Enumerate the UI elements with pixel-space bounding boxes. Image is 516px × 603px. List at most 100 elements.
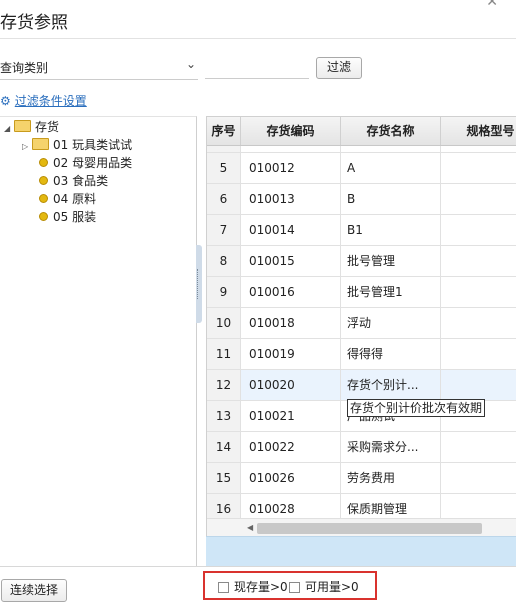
row-name: 劳务费用 [341, 463, 441, 493]
table-row[interactable]: 15 010026 劳务费用 [207, 463, 516, 494]
column-header-index[interactable]: 序号 [207, 117, 241, 145]
table-body: 4010009发发 5010012A 6010013B 7010014B1 80… [207, 146, 516, 518]
row-name: A [341, 153, 441, 183]
leaf-dot-icon [39, 194, 48, 203]
category-select-value: 查询类别 [0, 61, 49, 75]
row-spec [441, 494, 516, 518]
row-name: 发发 [341, 146, 441, 152]
row-code: 010013 [241, 184, 341, 214]
row-index: 14 [207, 432, 241, 462]
table-row[interactable]: 16 010028 保质期管理 [207, 494, 516, 518]
leaf-dot-icon [39, 212, 48, 221]
tree-root-node[interactable]: ◢ 存货 [4, 119, 59, 135]
row-name: B1 [341, 215, 441, 245]
tree-item-label: 05 服装 [53, 210, 97, 224]
row-index: 6 [207, 184, 241, 214]
column-header-code[interactable]: 存货编码 [241, 117, 341, 145]
row-code: 010026 [241, 463, 341, 493]
chevron-down-icon[interactable]: ⌄ [186, 57, 196, 71]
tree-expand-icon[interactable]: ▷ [22, 139, 32, 155]
row-name: 存货个别计... [341, 370, 441, 400]
table-row[interactable]: 7 010014 B1 [207, 215, 516, 246]
row-spec [441, 153, 516, 183]
row-name: 浮动 [341, 308, 441, 338]
tree-item-baby[interactable]: 02 母婴用品类 [39, 155, 132, 171]
table-row[interactable]: 11 010019 得得得 [207, 339, 516, 370]
row-spec [441, 246, 516, 276]
splitter-grip-icon [197, 269, 201, 299]
row-name: 批号管理1 [341, 277, 441, 307]
row-name: 采购需求分... [341, 432, 441, 462]
category-select[interactable]: 查询类别 ⌄ [0, 55, 198, 80]
row-name: B [341, 184, 441, 214]
row-spec [441, 277, 516, 307]
stock-checkbox[interactable] [218, 582, 229, 593]
scroll-left-icon[interactable]: ◀ [247, 523, 253, 532]
leaf-dot-icon [39, 158, 48, 167]
inventory-table: 序号 存货编码 存货名称 规格型号 4010009发发 5010012A 601… [206, 116, 516, 537]
tree-item-food[interactable]: 03 食品类 [39, 173, 108, 189]
row-spec [441, 463, 516, 493]
tree-item-toys[interactable]: ▷ 01 玩具类试试 [22, 137, 132, 153]
row-spec [441, 215, 516, 245]
row-index: 7 [207, 215, 241, 245]
row-index: 8 [207, 246, 241, 276]
title-divider [0, 38, 516, 39]
table-row[interactable]: 6 010013 B [207, 184, 516, 215]
continuous-select-button[interactable]: 连续选择 [1, 579, 67, 602]
tree-item-label: 03 食品类 [53, 174, 109, 188]
close-icon[interactable]: ✕ [486, 0, 498, 10]
folder-icon [32, 138, 49, 150]
stock-filter-group: 现存量>0 可用量>0 [203, 571, 377, 600]
row-spec [441, 184, 516, 214]
row-index: 13 [207, 401, 241, 431]
row-code: 010018 [241, 308, 341, 338]
row-code: 010021 [241, 401, 341, 431]
row-index: 12 [207, 370, 241, 400]
scrollbar-thumb[interactable] [257, 523, 482, 534]
table-row-selected[interactable]: 12 010020 存货个别计... [207, 370, 516, 401]
panel-splitter[interactable] [196, 245, 202, 323]
row-code: 010012 [241, 153, 341, 183]
table-row[interactable]: 8 010015 批号管理 [207, 246, 516, 277]
leaf-dot-icon [39, 176, 48, 185]
table-row[interactable]: 9 010016 批号管理1 [207, 277, 516, 308]
tree-collapse-icon[interactable]: ◢ [4, 121, 14, 137]
row-index: 16 [207, 494, 241, 518]
tree-item-clothing[interactable]: 05 服装 [39, 209, 96, 225]
row-code: 010022 [241, 432, 341, 462]
row-spec [441, 370, 516, 400]
row-name: 得得得 [341, 339, 441, 369]
stock-checkbox-label: 现存量>0 [234, 580, 288, 594]
row-spec [441, 308, 516, 338]
row-code: 010016 [241, 277, 341, 307]
table-row[interactable]: 4010009发发 [207, 146, 516, 153]
bottom-divider [0, 566, 516, 567]
row-spec [441, 146, 516, 152]
row-code: 010009 [241, 146, 341, 152]
tree-item-material[interactable]: 04 原料 [39, 191, 96, 207]
cell-tooltip: 存货个别计价批次有效期 [347, 399, 486, 417]
row-code: 010028 [241, 494, 341, 518]
row-spec [441, 432, 516, 462]
gear-icon: ⚙ [0, 94, 11, 108]
table-header: 序号 存货编码 存货名称 规格型号 [207, 117, 516, 146]
column-header-spec[interactable]: 规格型号 [441, 117, 516, 145]
table-row[interactable]: 5 010012 A [207, 153, 516, 184]
table-row[interactable]: 10 010018 浮动 [207, 308, 516, 339]
filter-settings-link[interactable]: ⚙ 过滤条件设置 [0, 92, 87, 109]
row-index: 5 [207, 153, 241, 183]
row-name: 批号管理 [341, 246, 441, 276]
column-header-name[interactable]: 存货名称 [341, 117, 441, 145]
row-index: 10 [207, 308, 241, 338]
available-checkbox[interactable] [289, 582, 300, 593]
table-row[interactable]: 14 010022 采购需求分... [207, 432, 516, 463]
filter-button[interactable]: 过滤 [316, 57, 362, 79]
row-index: 11 [207, 339, 241, 369]
available-checkbox-label: 可用量>0 [305, 580, 359, 594]
horizontal-scrollbar[interactable]: ◀ [207, 518, 516, 537]
tree-item-label: 01 玩具类试试 [53, 138, 133, 152]
window-title: 存货参照 [0, 13, 68, 33]
filter-input[interactable] [205, 56, 309, 79]
row-code: 010020 [241, 370, 341, 400]
